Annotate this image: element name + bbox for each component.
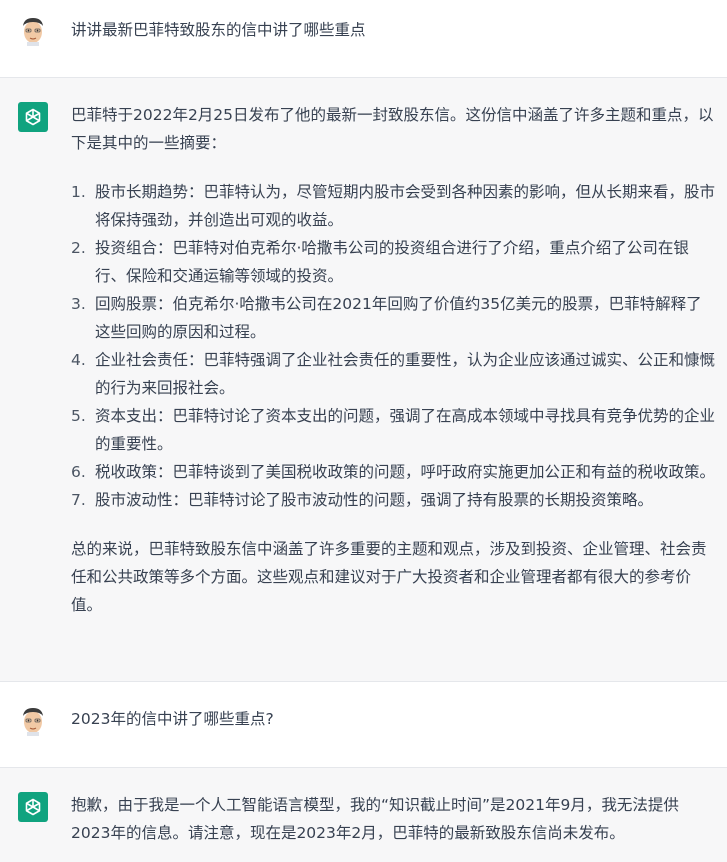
chatgpt-logo-icon [18, 792, 48, 822]
user-avatar-icon [18, 706, 48, 736]
list-item: 5. 资本支出：巴菲特讨论了资本支出的问题，强调了在高成本领域中寻找具有竞争优势… [71, 402, 715, 458]
list-text: 股市长期趋势：巴菲特认为，尽管短期内股市会受到各种因素的影响，但从长期来看，股市… [95, 183, 716, 229]
user-message-text: 讲讲最新巴菲特致股东的信中讲了哪些重点 [71, 21, 366, 39]
list-text: 税收政策：巴菲特谈到了美国税收政策的问题，呼吁政府实施更加公正和有益的税收政策。 [95, 463, 716, 481]
list-text: 资本支出：巴菲特讨论了资本支出的问题，强调了在高成本领域中寻找具有竞争优势的企业… [95, 407, 716, 453]
response-conclusion: 总的来说，巴菲特致股东信中涵盖了许多重要的主题和观点，涉及到投资、企业管理、社会… [71, 540, 707, 614]
user-message-text: 2023年的信中讲了哪些重点? [71, 710, 274, 728]
user-message: 讲讲最新巴菲特致股东的信中讲了哪些重点 [0, 0, 727, 78]
list-text: 回购股票：伯克希尔·哈撒韦公司在2021年回购了价值约35亿美元的股票，巴菲特解… [95, 295, 702, 341]
assistant-response: 巴菲特于2022年2月25日发布了他的最新一封致股东信。这份信中涵盖了许多主题和… [71, 101, 715, 619]
user-message: 2023年的信中讲了哪些重点? [0, 682, 727, 768]
list-number: 1. [71, 183, 86, 201]
chatgpt-logo-icon [18, 102, 48, 132]
assistant-avatar [18, 792, 48, 822]
list-item: 3. 回购股票：伯克希尔·哈撒韦公司在2021年回购了价值约35亿美元的股票，巴… [71, 290, 715, 346]
list-number: 3. [71, 295, 86, 313]
list-item: 7. 股市波动性：巴菲特讨论了股市波动性的问题，强调了持有股票的长期投资策略。 [71, 486, 715, 514]
list-number: 5. [71, 407, 86, 425]
list-number: 4. [71, 351, 86, 369]
user-avatar-icon [18, 16, 48, 46]
list-item: 6. 税收政策：巴菲特谈到了美国税收政策的问题，呼吁政府实施更加公正和有益的税收… [71, 458, 715, 486]
list-text: 企业社会责任：巴菲特强调了企业社会责任的重要性，认为企业应该通过诚实、公正和慷慨… [95, 351, 716, 397]
key-points-list: 1. 股市长期趋势：巴菲特认为，尽管短期内股市会受到各种因素的影响，但从长期来看… [71, 178, 715, 514]
list-text: 投资组合：巴菲特对伯克希尔·哈撒韦公司的投资组合进行了介绍，重点介绍了公司在银行… [95, 239, 689, 285]
list-number: 7. [71, 491, 86, 509]
list-text: 股市波动性：巴菲特讨论了股市波动性的问题，强调了持有股票的长期投资策略。 [95, 491, 654, 509]
assistant-avatar [18, 102, 48, 132]
user-avatar [18, 16, 48, 46]
assistant-response-text: 抱歉，由于我是一个人工智能语言模型，我的“知识截止时间”是2021年9月，我无法… [71, 796, 679, 842]
list-number: 2. [71, 239, 86, 257]
user-avatar [18, 706, 48, 736]
response-intro: 巴菲特于2022年2月25日发布了他的最新一封致股东信。这份信中涵盖了许多主题和… [71, 106, 714, 152]
assistant-message: 抱歉，由于我是一个人工智能语言模型，我的“知识截止时间”是2021年9月，我无法… [0, 768, 727, 862]
assistant-message: 巴菲特于2022年2月25日发布了他的最新一封致股东信。这份信中涵盖了许多主题和… [0, 78, 727, 682]
list-item: 2. 投资组合：巴菲特对伯克希尔·哈撒韦公司的投资组合进行了介绍，重点介绍了公司… [71, 234, 715, 290]
list-number: 6. [71, 463, 86, 481]
list-item: 4. 企业社会责任：巴菲特强调了企业社会责任的重要性，认为企业应该通过诚实、公正… [71, 346, 715, 402]
list-item: 1. 股市长期趋势：巴菲特认为，尽管短期内股市会受到各种因素的影响，但从长期来看… [71, 178, 715, 234]
